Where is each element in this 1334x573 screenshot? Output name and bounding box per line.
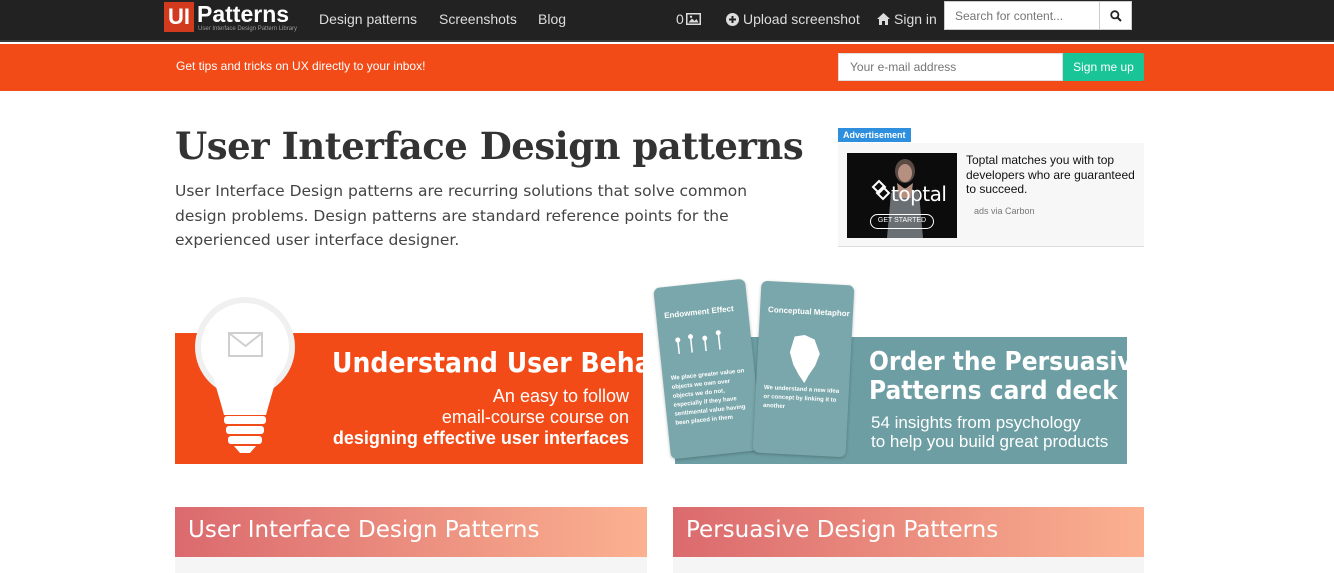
logo-tagline: User Interface Design Pattern Library — [198, 26, 298, 32]
card1-text: We place greater value on objects we own… — [670, 368, 746, 427]
card-deck-sub-line2: to help you build great products — [871, 432, 1109, 451]
ui-patterns-section-body — [175, 557, 647, 573]
card2-title: Conceptual Metaphor — [767, 305, 850, 319]
ad-via-carbon[interactable]: ads via Carbon — [974, 206, 1035, 216]
upload-screenshot-link[interactable]: Upload screenshot — [726, 11, 860, 27]
newsletter-text: Get tips and tricks on UX directly to yo… — [176, 59, 426, 73]
section-title-persuasive-patterns: Persuasive Design Patterns — [686, 517, 999, 543]
counter-value: 0 — [676, 11, 684, 27]
plus-circle-icon — [726, 12, 739, 26]
newsletter-bar: Get tips and tricks on UX directly to yo… — [0, 44, 1334, 91]
advertisement-badge: Advertisement — [838, 128, 911, 142]
card-deck-title-line1: Order the Persuasive — [869, 347, 1149, 377]
ui-design-patterns-section[interactable]: User Interface Design Patterns — [175, 507, 647, 557]
section-title-ui-patterns: User Interface Design Patterns — [188, 517, 540, 543]
banner-course-line2: email-course course on — [441, 407, 629, 427]
page-description: User Interface Design patterns are recur… — [175, 182, 748, 249]
search-icon — [1109, 9, 1122, 22]
nav-screenshots[interactable]: Screenshots — [439, 11, 517, 27]
nav-design-patterns[interactable]: Design patterns — [319, 11, 417, 27]
search-button[interactable] — [1100, 1, 1132, 30]
nav-blog[interactable]: Blog — [538, 11, 566, 27]
signin-link[interactable]: Sign in — [877, 11, 937, 27]
card1-title: Endowment Effect — [663, 304, 735, 321]
search-form — [944, 1, 1132, 30]
signin-label: Sign in — [894, 11, 937, 27]
card2-iceberg-illustration — [789, 335, 820, 384]
ad-image[interactable]: toptal GET STARTED — [847, 153, 957, 238]
home-icon — [877, 13, 890, 25]
banner-course-line1: An easy to follow — [492, 386, 629, 406]
card-deck-title-line2: Patterns card deck — [869, 376, 1118, 406]
search-input[interactable] — [944, 1, 1100, 30]
screenshot-counter[interactable]: 0 — [676, 11, 701, 27]
card2-text: We understand a new idea or concept by l… — [762, 384, 840, 411]
persuasive-section-body — [673, 557, 1144, 573]
upload-label: Upload screenshot — [743, 11, 860, 27]
lightbulb-icon — [195, 297, 295, 453]
logo-ui-mark: UI — [164, 2, 194, 32]
ad-copy[interactable]: Toptal matches you with top developers w… — [966, 153, 1138, 197]
ad-brand: toptal — [891, 182, 947, 206]
banner-course-line3: designing effective user interfaces — [332, 428, 629, 448]
conceptual-metaphor-card: Conceptual Metaphor We understand a new … — [752, 280, 855, 458]
ad-get-started-button[interactable]: GET STARTED — [870, 214, 934, 229]
banner-course-title: Understand User Behavior — [332, 346, 707, 379]
logo-wordmark: Patterns — [197, 1, 290, 27]
sign-me-up-button[interactable]: Sign me up — [1063, 53, 1144, 81]
carbon-ad[interactable]: toptal GET STARTED Toptal matches you wi… — [838, 143, 1144, 247]
email-field[interactable] — [838, 53, 1063, 81]
card1-illustration — [675, 330, 721, 354]
card-deck-sub-line1: 54 insights from psychology — [871, 413, 1081, 432]
site-logo[interactable]: UI Patterns User Interface Design Patter… — [164, 2, 297, 32]
persuasive-patterns-section[interactable]: Persuasive Design Patterns — [673, 507, 1144, 557]
page-title: User Interface Design patterns — [175, 124, 804, 168]
endowment-effect-card: Endowment Effect We place greater value … — [653, 278, 763, 460]
image-icon — [685, 13, 701, 25]
top-navbar: UI Patterns User Interface Design Patter… — [0, 0, 1334, 42]
